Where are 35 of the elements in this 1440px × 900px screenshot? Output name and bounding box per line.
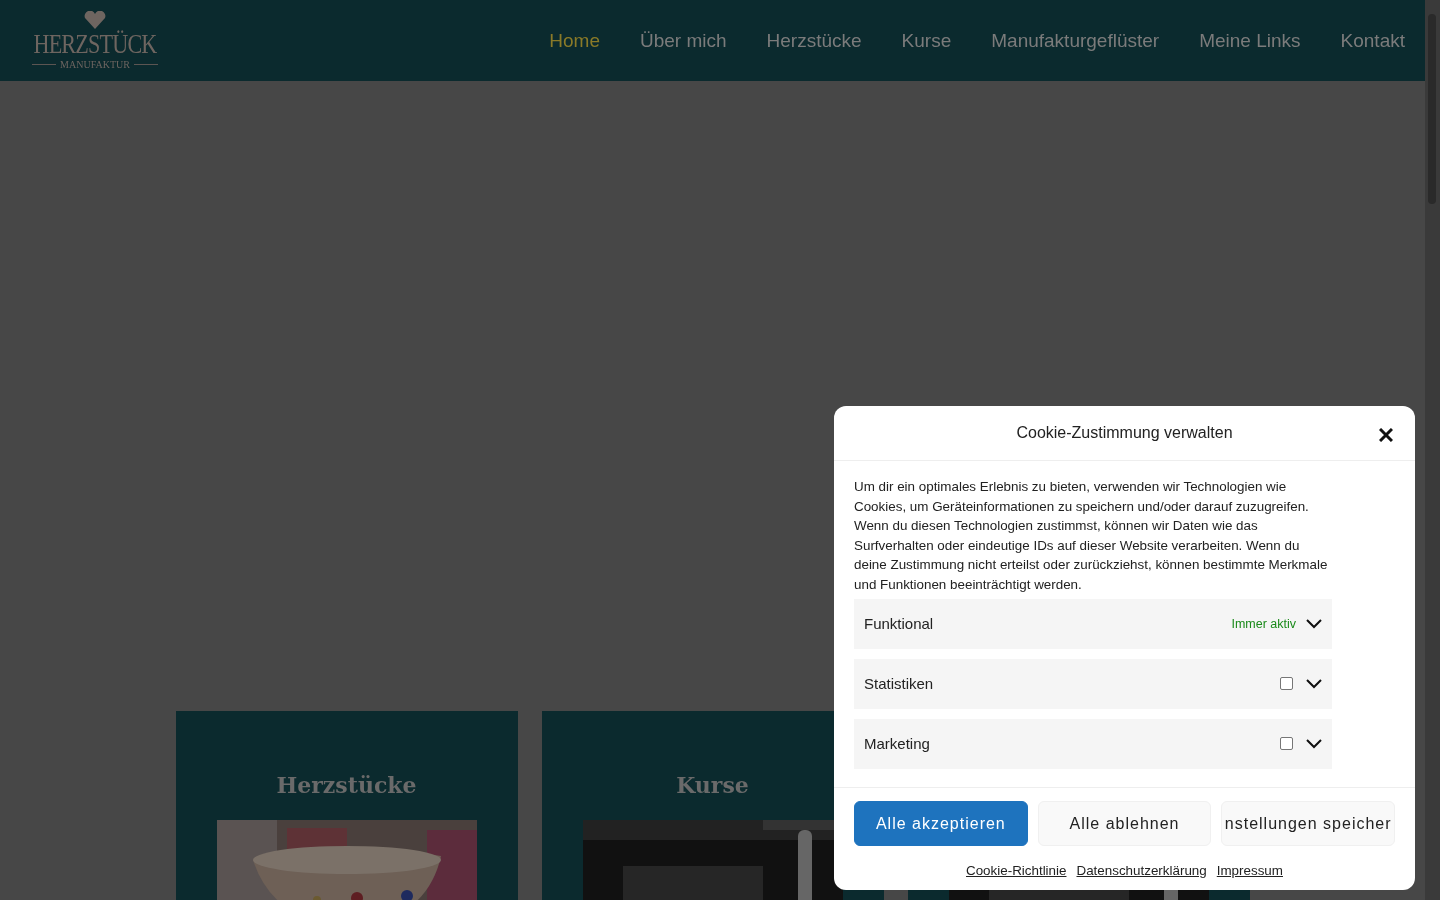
dialog-button[interactable]: nstellungen speicher	[1221, 801, 1395, 846]
nav-link[interactable]: Home	[529, 29, 620, 52]
checkbox[interactable]	[1280, 677, 1293, 691]
accept-button[interactable]: Alle akzeptieren	[854, 801, 1028, 846]
footer-link[interactable]: Cookie-Richtlinie	[966, 863, 1067, 878]
nav-link[interactable]: Über mich	[620, 29, 747, 52]
dialog-button[interactable]: Alle ablehnen	[1037, 801, 1212, 846]
logo-title: HERZSTÜCK	[33, 28, 157, 59]
footer-link[interactable]: Datenschutzerklärung	[1076, 863, 1207, 878]
heart-icon	[84, 10, 106, 29]
dialog-title: Cookie-Zustimmung verwalten	[1016, 424, 1233, 442]
card-title: Herzstücke	[276, 772, 417, 800]
category-label: Funktional	[864, 615, 935, 633]
checkbox[interactable]	[1280, 737, 1293, 751]
nav-link[interactable]: Meine Links	[1179, 29, 1321, 52]
status-label: Immer aktiv	[1231, 616, 1296, 631]
logo-subtitle: MANUFAKTUR	[60, 58, 130, 71]
nav-link[interactable]: Herzstücke	[746, 29, 882, 52]
card-title: Kurse	[676, 772, 749, 800]
chevron-icon[interactable]	[1306, 678, 1322, 689]
chevron-icon[interactable]	[1306, 618, 1322, 629]
chevron-icon[interactable]	[1306, 738, 1322, 749]
footer-link[interactable]: Impressum	[1216, 863, 1283, 878]
scrollbar[interactable]	[1425, 0, 1440, 900]
close-icon[interactable]	[1379, 428, 1393, 442]
nav-link[interactable]: Manufakturgeflüster	[971, 29, 1180, 52]
category-row[interactable]: Statistiken	[854, 658, 1332, 709]
category-row[interactable]: Marketing	[854, 718, 1332, 769]
nav-link[interactable]: Kurse	[881, 29, 972, 52]
nav-link[interactable]: Kontakt	[1320, 29, 1405, 52]
category-label: Statistiken	[864, 675, 935, 693]
category-row[interactable]: Funktional Immer aktiv	[854, 598, 1332, 649]
dialog-text: Um dir ein optimales Erlebnis zu bieten, verwenden wir Technologien wie Cookies, um Geräteinformationen zu speichern und/oder darauf zuzugreifen. Wenn du diesen Technologien zustimmst, können wir Daten wie das Surfverhalten oder eindeutige IDs auf dieser Website verarbeiten. Wenn du deine Zustimmung nicht erteilst oder zurückziehst, können bestimmte Merkmale und Funktionen beeinträchtigt werden.	[854, 478, 1329, 594]
logo[interactable]: HERZSTÜCK MANUFAKTUR	[32, 10, 158, 71]
category-label: Marketing	[864, 735, 931, 753]
